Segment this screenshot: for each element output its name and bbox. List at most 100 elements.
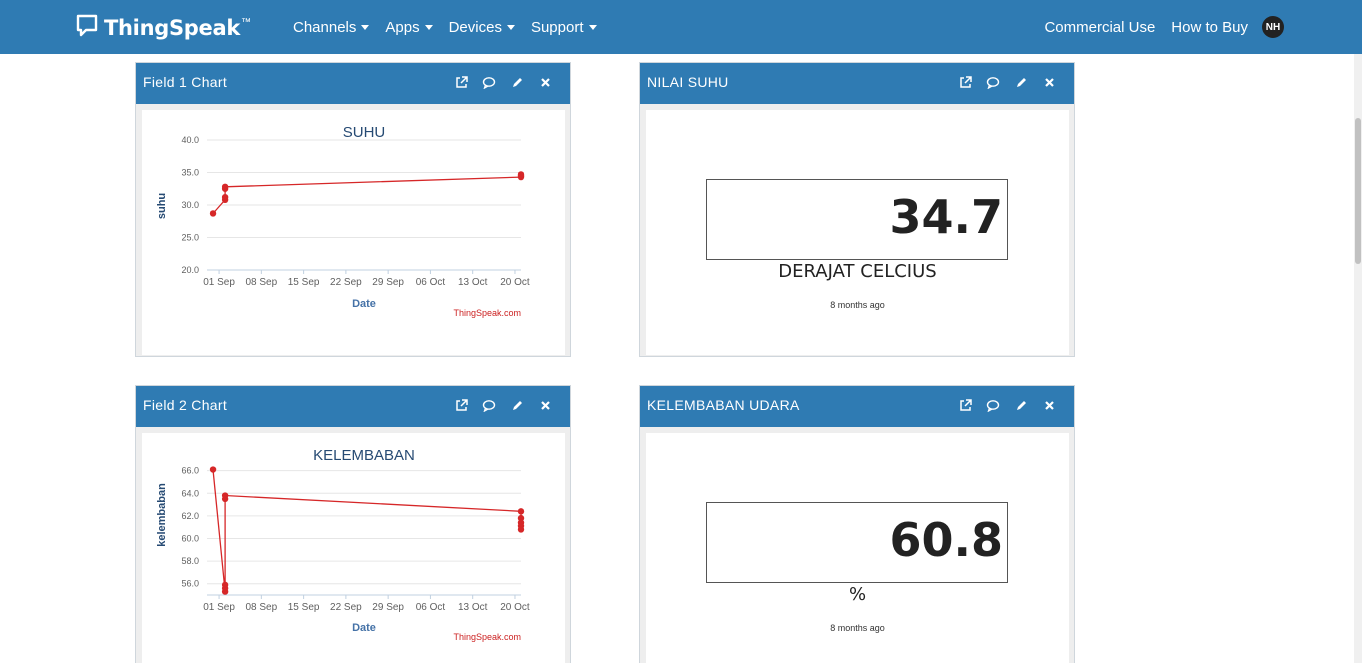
kelembaban-chart[interactable]: KELEMBABAN kelembaban Date ThingSpeak.co… [142, 433, 565, 663]
widget-body: 60.8 % 8 months ago [646, 433, 1069, 663]
external-link-icon[interactable] [958, 75, 972, 89]
y-tick-label: 56.0 [181, 579, 199, 589]
x-tick-label: 20 Oct [500, 602, 530, 613]
widget-tools [944, 398, 1056, 412]
comment-icon[interactable] [986, 398, 1000, 412]
y-tick-label: 60.0 [181, 533, 199, 543]
close-icon[interactable] [1042, 75, 1056, 89]
y-tick-label: 58.0 [181, 556, 199, 566]
widget-kelembaban-udara: KELEMBABAN UDARA 60.8 % 8 months ago [639, 385, 1075, 663]
page-scrollbar[interactable] [1354, 54, 1362, 663]
menu-support-label: Support [530, 18, 584, 36]
widget-header: NILAI SUHU [640, 63, 1074, 104]
x-tick-label: 20 Oct [500, 277, 530, 288]
y-tick-label: 35.0 [181, 168, 199, 178]
comment-icon[interactable] [986, 75, 1000, 89]
x-tick-label: 01 Sep [203, 602, 235, 613]
y-axis-label: kelembaban [156, 483, 168, 547]
pencil-icon[interactable] [1014, 398, 1028, 412]
close-icon[interactable] [538, 398, 552, 412]
brand-logo[interactable]: ThingSpeak ™ [76, 14, 251, 42]
widget-body: KELEMBABAN kelembaban Date ThingSpeak.co… [142, 433, 565, 663]
x-tick-label: 22 Sep [330, 277, 362, 288]
widget-tools [944, 75, 1056, 89]
data-point [517, 508, 525, 515]
brand-name: ThingSpeak [104, 16, 240, 40]
menu-support[interactable]: Support [531, 19, 597, 36]
numeric-value: 60.8 [889, 513, 1004, 567]
data-point [517, 526, 525, 533]
y-tick-label: 62.0 [181, 511, 199, 521]
widget-header: KELEMBABAN UDARA [640, 386, 1074, 427]
commercial-use-link[interactable]: Commercial Use [1044, 19, 1155, 36]
last-updated: 8 months ago [830, 623, 885, 633]
close-icon[interactable] [1042, 398, 1056, 412]
widget-tools [440, 398, 552, 412]
caret-down-icon [361, 24, 370, 30]
close-icon[interactable] [538, 75, 552, 89]
data-point [517, 171, 525, 178]
top-navbar: ThingSpeak ™ Channels Apps Devices Suppo… [0, 0, 1362, 54]
widget-header: Field 2 Chart [136, 386, 570, 427]
menu-devices[interactable]: Devices [449, 19, 515, 36]
external-link-icon[interactable] [454, 75, 468, 89]
thingspeak-credit-link[interactable]: ThingSpeak.com [453, 308, 521, 318]
caret-down-icon [588, 24, 597, 30]
y-tick-label: 66.0 [181, 466, 199, 476]
pencil-icon[interactable] [510, 75, 524, 89]
comment-icon[interactable] [482, 75, 496, 89]
series-line [212, 469, 522, 592]
pencil-icon[interactable] [510, 398, 524, 412]
widget-field1-chart: Field 1 Chart SUHU suhu Date ThingSpeak.… [135, 62, 571, 357]
data-point [209, 210, 217, 217]
menu-apps-label: Apps [385, 18, 420, 36]
numeric-display-box: 60.8 [706, 502, 1008, 583]
brand-trademark: ™ [241, 16, 251, 28]
y-tick-label: 20.0 [181, 265, 199, 275]
data-point [221, 492, 229, 499]
x-tick-label: 15 Sep [288, 277, 320, 288]
comment-icon[interactable] [482, 398, 496, 412]
data-point [221, 194, 229, 201]
widget-title: NILAI SUHU [647, 74, 729, 90]
chart-title: SUHU [343, 124, 386, 141]
x-tick-label: 06 Oct [416, 602, 446, 613]
scrollbar-thumb[interactable] [1355, 118, 1361, 264]
x-tick-label: 15 Sep [288, 602, 320, 613]
widget-title: Field 1 Chart [143, 74, 228, 90]
widget-title: KELEMBABAN UDARA [647, 397, 800, 413]
menu-apps[interactable]: Apps [385, 18, 433, 36]
numeric-unit: DERAJAT CELCIUS [778, 261, 937, 282]
menu-channels[interactable]: Channels [293, 18, 370, 36]
x-tick-label: 06 Oct [416, 277, 446, 288]
external-link-icon[interactable] [958, 398, 972, 412]
y-tick-label: 25.0 [181, 233, 199, 243]
data-point [221, 183, 229, 190]
data-point [209, 466, 217, 473]
pencil-icon[interactable] [1014, 75, 1028, 89]
main-menu: Channels Apps Devices Support [293, 0, 613, 54]
x-tick-label: 08 Sep [245, 277, 277, 288]
y-tick-label: 30.0 [181, 200, 199, 210]
widget-field2-chart: Field 2 Chart KELEMBABAN kelembaban Date… [135, 385, 571, 663]
numeric-unit: % [848, 584, 867, 605]
x-tick-label: 29 Sep [372, 277, 404, 288]
external-link-icon[interactable] [454, 398, 468, 412]
suhu-chart[interactable]: SUHU suhu Date ThingSpeak.com 20.0 25.0 30… [142, 110, 565, 355]
caret-down-icon [424, 24, 433, 30]
user-avatar[interactable]: NH [1262, 16, 1284, 38]
caret-down-icon [506, 24, 515, 30]
last-updated: 8 months ago [830, 300, 885, 310]
how-to-buy-link[interactable]: How to Buy [1171, 19, 1248, 36]
series-line [212, 174, 522, 214]
widget-header: Field 1 Chart [136, 63, 570, 104]
thingspeak-credit-link[interactable]: ThingSpeak.com [453, 632, 521, 642]
numeric-value: 34.7 [889, 190, 1004, 244]
x-tick-label: 01 Sep [203, 277, 235, 288]
menu-channels-label: Channels [293, 18, 357, 36]
x-tick-label: 13 Oct [458, 277, 488, 288]
data-point [221, 581, 229, 589]
widget-nilai-suhu: NILAI SUHU 34.7 DERAJAT CELCIUS 8 months… [639, 62, 1075, 357]
y-tick-label: 64.0 [181, 488, 199, 498]
x-tick-label: 29 Sep [372, 602, 404, 613]
